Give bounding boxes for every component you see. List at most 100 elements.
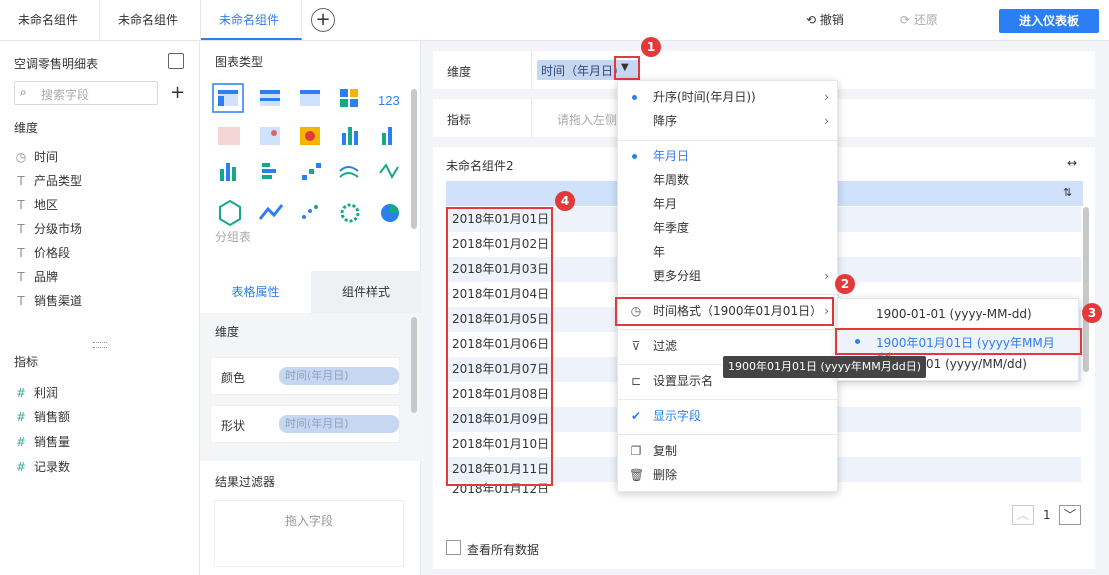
menu-delete[interactable]: 🗑 删除 (618, 463, 837, 487)
color-pill[interactable]: 时间(年月日) (279, 367, 399, 385)
tab-table-properties[interactable]: 表格属性 (200, 271, 311, 313)
text-type-icon: T (17, 294, 25, 308)
prev-page-button[interactable]: ︿ (1012, 505, 1034, 525)
menu-show-field[interactable]: ✔ 显示字段 (618, 404, 837, 428)
search-input[interactable]: ⌕ 搜索字段 (14, 81, 158, 105)
number-type-icon: # (15, 410, 27, 424)
drag-field-dropzone[interactable]: 拖入字段 (214, 500, 404, 567)
undo-button[interactable]: ⟲ 撤销 (806, 11, 844, 29)
radar-icon (219, 199, 241, 227)
menu-filter[interactable]: ⊽ 过滤 (618, 334, 837, 358)
view-all-label: 查看所有数据 (467, 543, 540, 557)
shape-row[interactable]: 形状 时间(年月日) (210, 405, 400, 443)
number-chart-icon: 123 (378, 93, 400, 108)
view-all-checkbox[interactable] (446, 540, 461, 555)
clock-icon: ◷ (15, 150, 27, 164)
color-row[interactable]: 颜色 时间(年月日) (210, 357, 400, 395)
chevron-right-icon: › (824, 90, 829, 104)
tab-component-0[interactable]: 未命名组件 (0, 0, 100, 40)
tab-component-style[interactable]: 组件样式 (311, 271, 421, 313)
redo-icon: ⟳ (900, 13, 914, 27)
table-scrollbar[interactable] (1083, 207, 1089, 372)
field-price-range[interactable]: T 价格段 (14, 244, 70, 262)
search-icon: ⌕ (20, 85, 27, 99)
result-filter-title: 结果过滤器 (215, 475, 276, 489)
rename-icon: ⊏ (630, 374, 642, 388)
text-type-icon: T (17, 222, 25, 236)
field-sales-volume[interactable]: # 销售量 (14, 433, 70, 451)
switch-table-icon[interactable] (168, 53, 184, 69)
text-type-icon: T (17, 198, 25, 212)
field-record-count[interactable]: # 记录数 (14, 458, 70, 476)
scatter-icon (302, 215, 306, 219)
chevron-right-icon: › (824, 114, 829, 128)
format-option-dash[interactable]: 1900-01-01 (yyyy-MM-dd) (876, 307, 1032, 321)
field-product-type[interactable]: T 产品类型 (14, 172, 82, 190)
menu-sort-asc[interactable]: 升序(时间(年月日)) › (618, 85, 837, 109)
field-brand[interactable]: T 品牌 (14, 268, 58, 286)
annotation-badge: 4 (555, 191, 575, 211)
chart-type-grid: 123 (212, 83, 402, 233)
menu-year-week[interactable]: 年周数 (618, 168, 837, 192)
dimension-context-menu: 升序(时间(年月日)) › 降序 › 年月日 年周数 年月 年季度 年 更多分组 › … (617, 80, 838, 492)
menu-sort-desc[interactable]: 降序 › (618, 109, 837, 133)
chart-type-scrollbar[interactable] (411, 89, 417, 229)
area-chart-icon (258, 204, 284, 220)
add-field-icon[interactable]: + (170, 82, 185, 103)
field-sales-amount[interactable]: # 销售额 (14, 408, 70, 426)
chart-type-icons: 123 (212, 83, 400, 227)
chevron-right-icon: › (824, 269, 829, 283)
shape-pill[interactable]: 时间(年月日) (279, 415, 399, 433)
measure-placeholder: 请拖入左侧 (557, 113, 618, 127)
bubble-table-icon (260, 127, 280, 145)
menu-year-month[interactable]: 年月 (618, 192, 837, 216)
props-scrollbar[interactable] (411, 317, 417, 413)
undo-label: 撤销 (819, 13, 844, 27)
annotation-badge: 2 (835, 274, 855, 294)
top-bar: 未命名组件 未命名组件1 未命名组件2 + ⟲ 撤销 ⟳ 还原 进入仪表板 (0, 0, 1109, 67)
tab-component-2[interactable]: 未命名组件2 (201, 0, 302, 67)
data-panel: 空调零售明细表 ⌕ 搜索字段 + 维度 ◷ 时间 T 产品类型 T 地区 T 分级市场 … (0, 41, 200, 575)
field-time[interactable]: ◷ 时间 (14, 148, 58, 166)
search-placeholder: 搜索字段 (41, 88, 90, 102)
line-chart-icon (339, 166, 359, 172)
dot-ring-icon (340, 203, 360, 223)
add-tab-button[interactable]: + (311, 8, 335, 32)
format-option-slash[interactable]: 01 (yyyy/MM/dd) (926, 357, 1027, 371)
enter-dashboard-button[interactable]: 进入仪表板 (999, 9, 1099, 33)
filter-icon: ⊽ (631, 339, 641, 353)
fit-width-icon[interactable]: ↔ (1067, 156, 1077, 170)
copy-icon: ❐ (630, 444, 642, 458)
chevron-down-icon[interactable]: ▼ (621, 62, 629, 73)
bar-chart-icon (262, 163, 270, 167)
measure-section-title: 指标 (14, 355, 39, 369)
menu-more-group[interactable]: 更多分组 › (618, 264, 837, 288)
sort-icon[interactable]: ⇅ (1063, 186, 1072, 199)
resize-handle[interactable] (93, 342, 107, 348)
field-market-tier[interactable]: T 分级市场 (14, 220, 82, 238)
date-column-highlight (446, 207, 553, 486)
redo-button[interactable]: ⟳ 还原 (900, 11, 938, 29)
shape-label: 形状 (221, 419, 246, 433)
trash-icon: 🗑 (629, 468, 645, 482)
number-type-icon: # (15, 435, 27, 449)
chevron-down-icon: ﹀ (1063, 508, 1076, 522)
field-profit[interactable]: # 利润 (14, 384, 58, 402)
next-page-button[interactable]: ﹀ (1059, 505, 1081, 525)
stacked-bar-icon (342, 133, 346, 145)
field-sales-channel[interactable]: T 销售渠道 (14, 292, 82, 310)
component-title: 未命名组件2 (446, 159, 514, 173)
chart-type-title: 图表类型 (215, 55, 264, 69)
menu-ymd[interactable]: 年月日 (618, 144, 837, 168)
menu-year[interactable]: 年 (618, 240, 837, 264)
annotation-badge: 3 (1082, 303, 1102, 323)
annotation-badge: 1 (641, 37, 661, 57)
menu-copy[interactable]: ❐ 复制 (618, 439, 837, 463)
field-region[interactable]: T 地区 (14, 196, 58, 214)
dimension-shelf-label: 维度 (447, 65, 472, 79)
menu-year-quarter[interactable]: 年季度 (618, 216, 837, 240)
text-type-icon: T (17, 174, 25, 188)
time-format-highlight (615, 297, 834, 326)
chevron-up-icon: ︿ (1016, 508, 1029, 522)
tab-component-1[interactable]: 未命名组件1 (100, 0, 201, 67)
